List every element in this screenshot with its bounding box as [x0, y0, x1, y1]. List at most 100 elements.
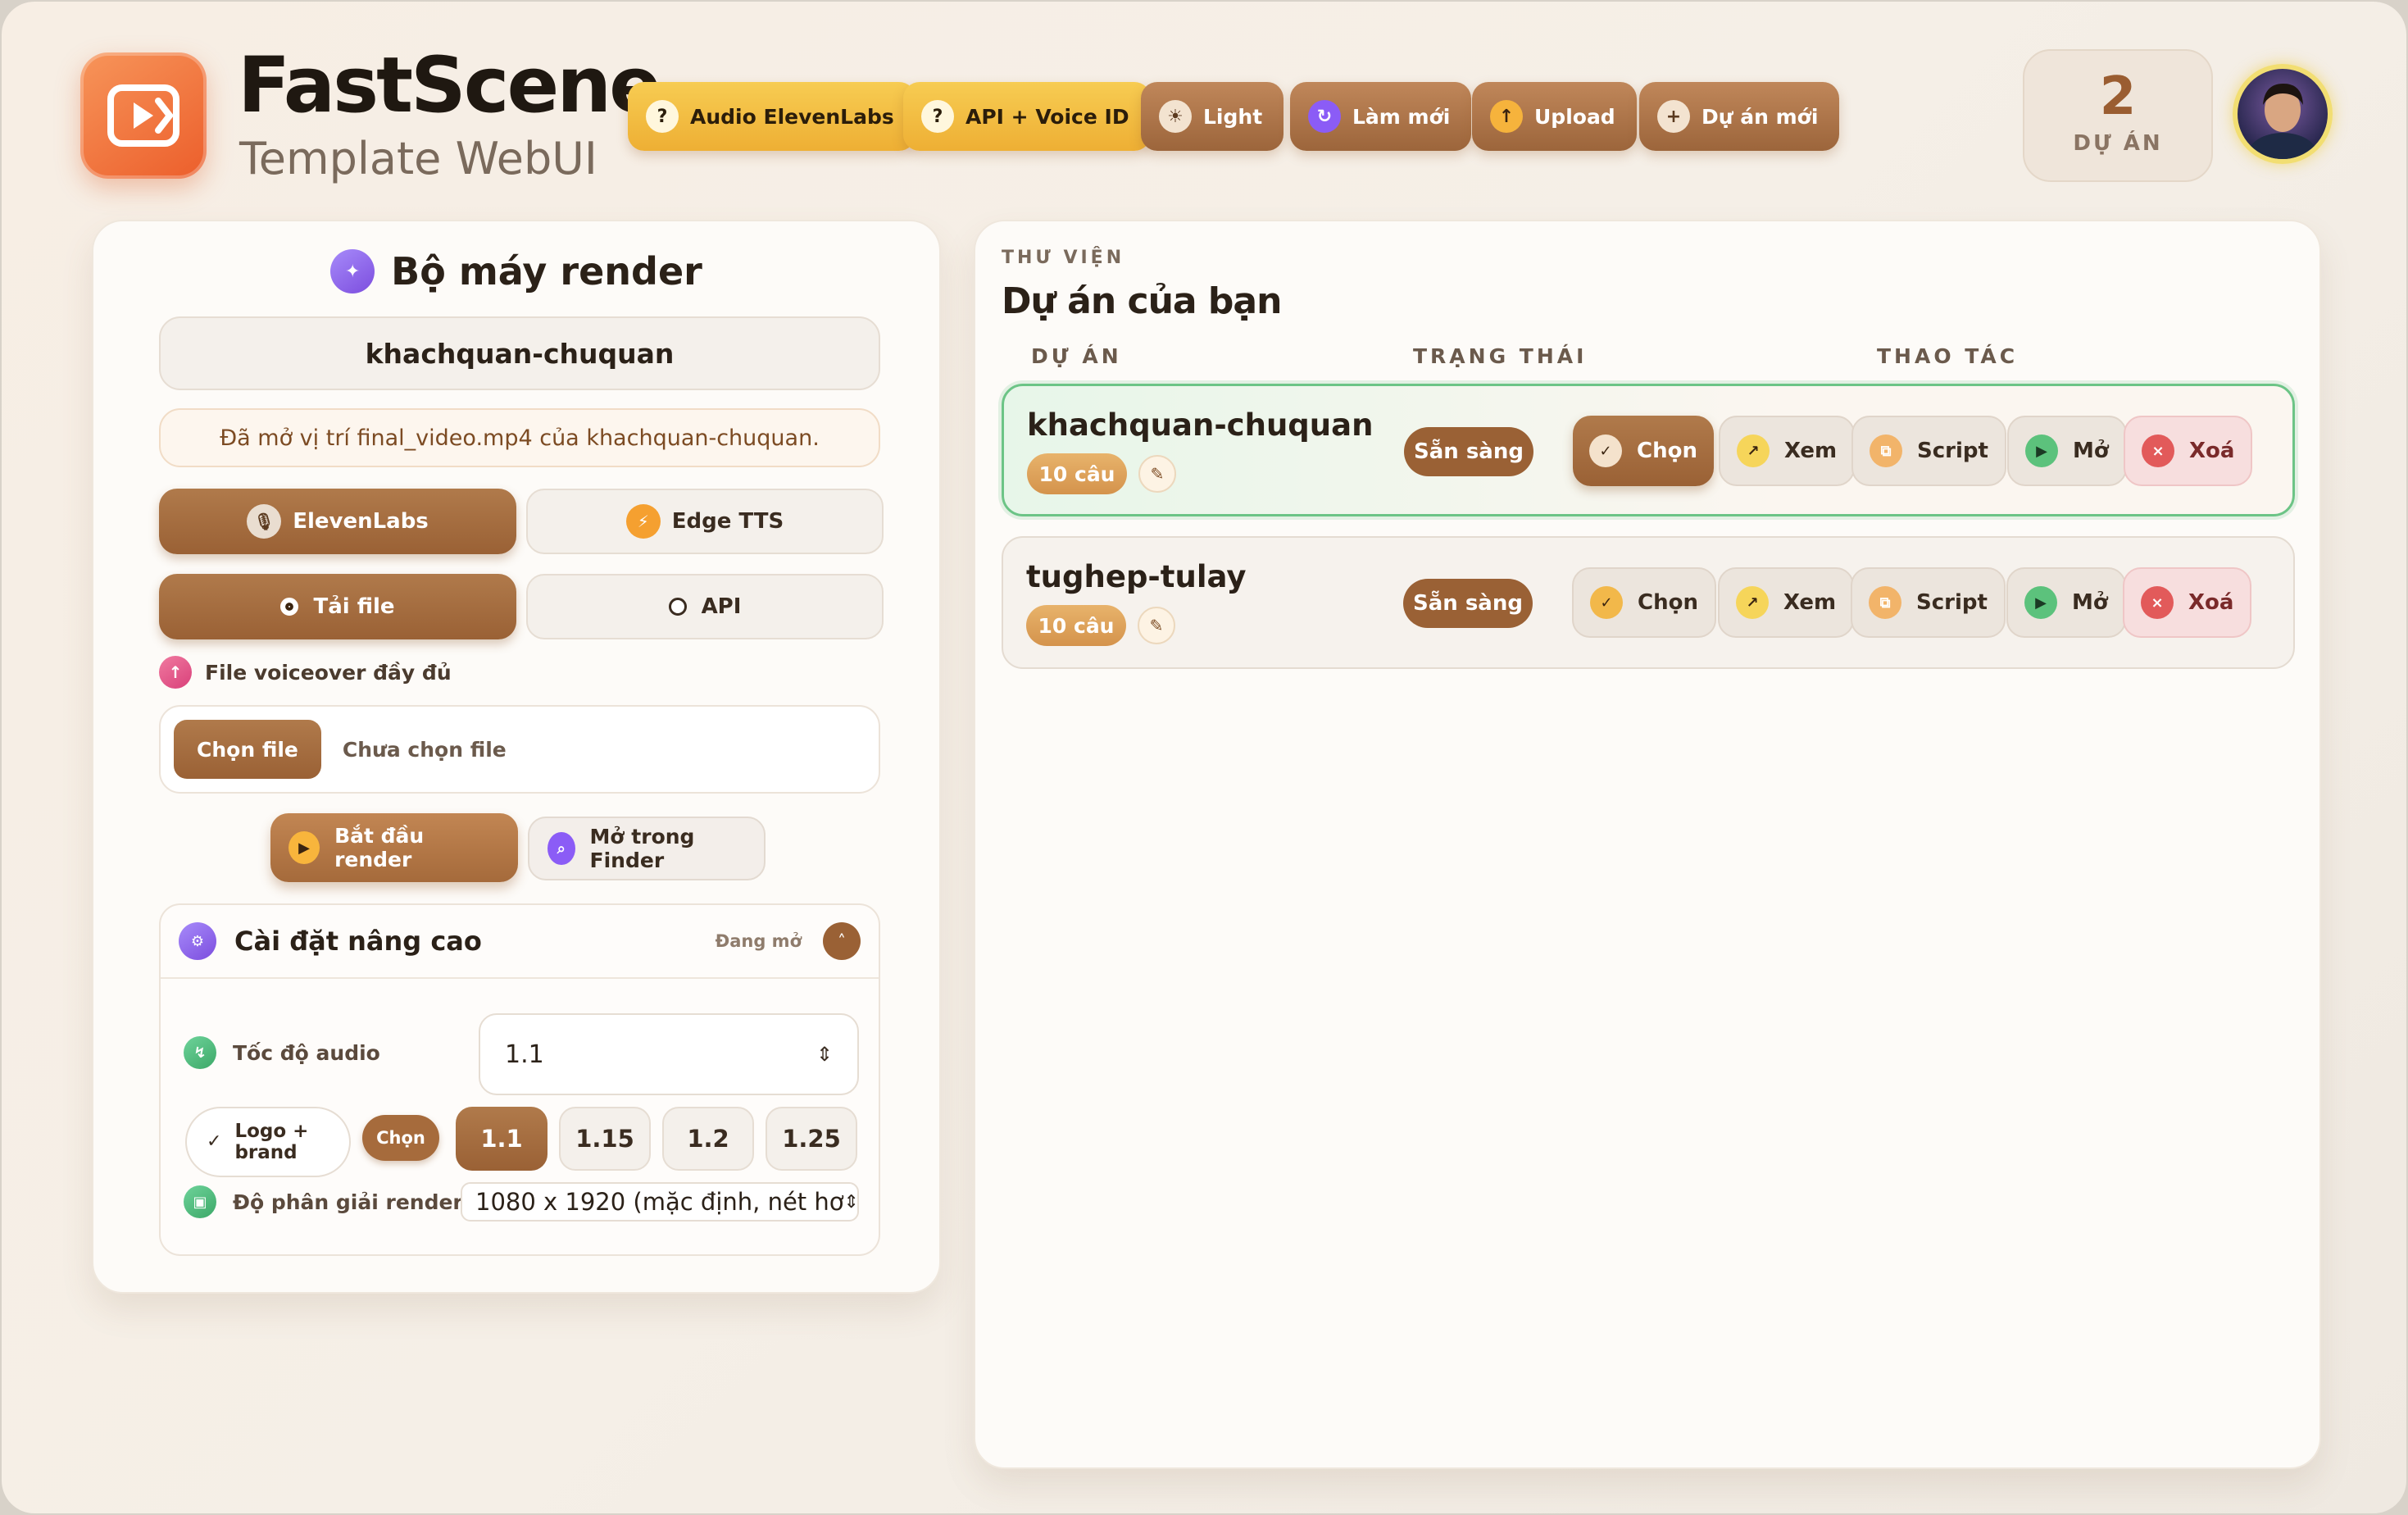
script-button[interactable]: ⧉ Script	[1851, 567, 2006, 638]
advanced-settings-title: Cài đặt nâng cao	[234, 926, 482, 957]
app-title: FastScene	[238, 41, 661, 130]
select-project-button[interactable]: ✓ Chọn	[1572, 567, 1716, 638]
column-header-status: TRẠNG THÁI	[1413, 344, 1588, 368]
script-button[interactable]: ⧉ Script	[1851, 416, 2006, 486]
status-notice: Đã mở vị trí final_video.mp4 của khachqu…	[159, 408, 880, 467]
open-project-button[interactable]: ▶ Mở	[2006, 567, 2126, 638]
play-icon: ▶	[2025, 434, 2058, 467]
pencil-icon[interactable]: ✎	[1138, 607, 1175, 644]
sun-icon: ☀	[1159, 100, 1192, 133]
play-icon: ▶	[289, 831, 320, 864]
logo-brand-toggle[interactable]: ✓ Logo + brand	[185, 1107, 351, 1177]
open-label: Mở	[2072, 590, 2108, 615]
view-label: Xem	[1783, 590, 1837, 615]
logo-choose-button[interactable]: Chọn	[362, 1115, 439, 1161]
delete-project-button[interactable]: × Xoá	[2123, 567, 2252, 638]
theme-toggle-button[interactable]: ☀ Light	[1141, 82, 1284, 151]
render-panel-title: Bộ máy render	[391, 249, 702, 293]
select-project-button[interactable]: ✓ Chọn	[1573, 416, 1714, 486]
upload-button[interactable]: ↑ Upload	[1472, 82, 1637, 151]
status-badge: Sẵn sàng	[1403, 579, 1533, 628]
api-voice-id-button[interactable]: ? API + Voice ID	[903, 82, 1151, 151]
start-render-button[interactable]: ▶ Bắt đầu render	[270, 813, 518, 882]
resolution-label: ▣ Độ phân giải render	[184, 1185, 463, 1218]
toolbar-label: API + Voice ID	[965, 104, 1129, 129]
copy-icon: ⧉	[1869, 586, 1901, 619]
open-project-button[interactable]: ▶ Mở	[2007, 416, 2127, 486]
logo-brand-label: Logo + brand	[234, 1121, 309, 1163]
view-label: Xem	[1784, 439, 1838, 463]
help-icon: ?	[646, 100, 679, 133]
source-api-option[interactable]: API	[526, 574, 884, 639]
project-row[interactable]: khachquan-chuquan 10 câu ✎ Sẵn sàng ✓ Ch…	[1002, 384, 2295, 516]
option-label: Tải file	[313, 594, 395, 619]
speed-chip[interactable]: 1.15	[559, 1107, 651, 1171]
advanced-settings-header[interactable]: ⚙ Cài đặt nâng cao Đang mở ˄	[161, 905, 879, 979]
play-icon: ▶	[2024, 586, 2057, 619]
open-finder-button[interactable]: ⌕ Mở trong Finder	[528, 817, 766, 880]
toolbar-label: Light	[1203, 104, 1263, 129]
library-title: Dự án của bạn	[1002, 280, 1282, 322]
project-name: khachquan-chuquan	[1027, 407, 1374, 443]
close-icon: ×	[2142, 434, 2174, 467]
arrow-up-right-icon: ↗	[1736, 586, 1769, 619]
speed-chip[interactable]: 1.2	[662, 1107, 754, 1171]
tts-edge-option[interactable]: ⚡ Edge TTS	[526, 489, 884, 554]
delete-label: Xoá	[2188, 590, 2234, 615]
new-project-button[interactable]: + Dự án mới	[1639, 82, 1840, 151]
current-project-field[interactable]: khachquan-chuquan	[159, 316, 880, 390]
lightning-icon: ⚡	[625, 504, 661, 539]
tts-elevenlabs-option[interactable]: 🎙 ElevenLabs	[159, 489, 516, 554]
option-label: API	[701, 594, 742, 619]
speed-chip[interactable]: 1.25	[766, 1107, 857, 1171]
toolbar-label: Upload	[1534, 104, 1615, 129]
delete-project-button[interactable]: × Xoá	[2124, 416, 2253, 486]
project-count-badge: 2 DỰ ÁN	[2023, 49, 2213, 182]
audio-speed-input[interactable]: 1.1 ⇕	[479, 1013, 859, 1095]
library-section-label: THƯ VIỆN	[1002, 248, 1125, 268]
audio-speed-label-text: Tốc độ audio	[233, 1040, 380, 1065]
select-arrows-icon: ⇕	[843, 1191, 859, 1212]
refresh-button[interactable]: ↻ Làm mới	[1290, 82, 1472, 151]
choose-file-button[interactable]: Chọn file	[174, 720, 321, 779]
column-header-project: DỰ ÁN	[1031, 344, 1122, 368]
sparkle-icon: ✦	[330, 249, 375, 293]
voiceover-label: ↑ File voiceover đầy đủ	[159, 656, 452, 689]
advanced-settings-panel: ⚙ Cài đặt nâng cao Đang mở ˄ ↯ Tốc độ au…	[159, 903, 880, 1256]
audio-elevenlabs-button[interactable]: ? Audio ElevenLabs	[628, 82, 915, 151]
upload-arrow-icon: ↑	[159, 656, 192, 689]
source-file-option[interactable]: Tải file	[159, 574, 516, 639]
view-project-button[interactable]: ↗ Xem	[1718, 567, 1855, 638]
user-avatar[interactable]	[2233, 64, 2333, 164]
radio-unchecked-icon	[668, 598, 687, 616]
resolution-select[interactable]: 1080 x 1920 (mặc định, nét hơ ⇕	[461, 1182, 859, 1222]
open-finder-label: Mở trong Finder	[589, 825, 695, 872]
project-row[interactable]: tughep-tulay 10 câu ✎ Sẵn sàng ✓ Chọn ↗ …	[1002, 536, 2295, 669]
search-icon: ⌕	[547, 832, 575, 865]
play-logo-icon	[107, 84, 179, 147]
resolution-value: 1080 x 1920 (mặc định, nét hơ	[475, 1188, 844, 1216]
upload-icon: ↑	[1490, 100, 1523, 133]
check-icon: ✓	[1590, 586, 1623, 619]
advanced-settings-state: Đang mở	[715, 931, 802, 951]
check-icon: ✓	[207, 1131, 222, 1152]
project-name: tughep-tulay	[1026, 559, 1247, 594]
pencil-icon[interactable]: ✎	[1138, 455, 1176, 493]
voiceover-file-input[interactable]: Chọn file Chưa chọn file	[159, 705, 880, 794]
chevron-up-icon[interactable]: ˄	[823, 922, 861, 960]
project-library-panel: THƯ VIỆN Dự án của bạn DỰ ÁN TRẠNG THÁI …	[974, 220, 2321, 1469]
toolbar-label: Dự án mới	[1702, 104, 1819, 129]
view-project-button[interactable]: ↗ Xem	[1719, 416, 1856, 486]
arrow-up-right-icon: ↗	[1737, 434, 1770, 467]
option-label: Edge TTS	[671, 509, 784, 534]
voiceover-label-text: File voiceover đầy đủ	[205, 660, 452, 685]
option-label: ElevenLabs	[293, 509, 429, 534]
app-window: FastScene Template WebUI ? Audio ElevenL…	[2, 2, 2406, 1513]
speed-chip[interactable]: 1.1	[456, 1107, 547, 1171]
close-icon: ×	[2141, 586, 2174, 619]
file-status-text: Chưa chọn file	[342, 737, 507, 762]
status-badge: Sẵn sàng	[1404, 427, 1533, 476]
stepper-icon[interactable]: ⇕	[816, 1043, 833, 1066]
copy-icon: ⧉	[1870, 434, 1902, 467]
avatar-portrait-icon	[2248, 84, 2317, 159]
